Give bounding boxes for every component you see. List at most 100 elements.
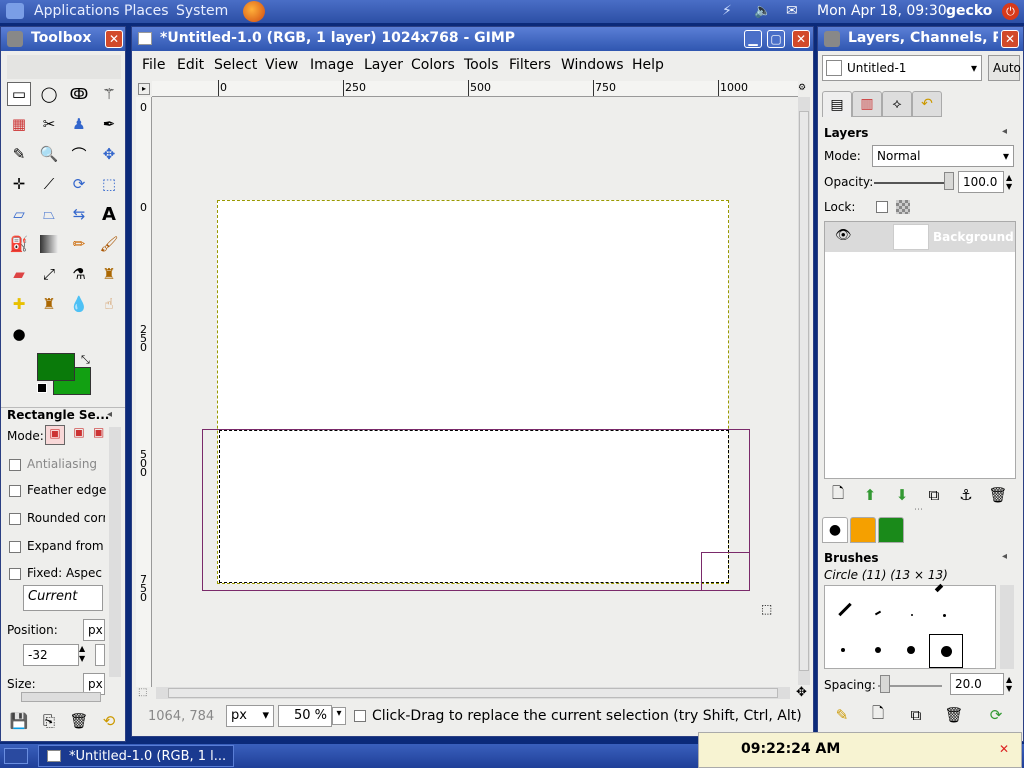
text-icon[interactable]: A [97,202,121,226]
menu-edit[interactable]: Edit [177,57,204,73]
shutdown-icon[interactable]: ⏻ [1002,3,1019,20]
lock-pixels-checkbox[interactable] [876,201,888,213]
rounded-checkbox[interactable] [9,512,21,525]
new-brush-icon[interactable]: 🗋 [866,703,890,727]
crop-icon[interactable]: ⟋ [37,172,61,196]
fixed-option[interactable]: Fixed: Aspec [9,566,105,580]
mode-subtract-icon[interactable]: ▣ [93,425,107,445]
quickmask-icon[interactable]: ⬚ [138,687,147,698]
scissors-icon[interactable]: ✂ [37,112,61,136]
layer-name[interactable]: Background [933,230,1014,244]
volume-icon[interactable]: 🔈 [754,3,771,19]
swap-colors-icon[interactable]: ⤡ [81,353,90,367]
tab-channels[interactable]: ▥ [852,91,882,117]
refresh-brushes-icon[interactable]: ⟳ [984,703,1008,727]
lower-layer-icon[interactable]: ⬇ [890,483,914,507]
minimize-button[interactable]: ▁ [744,30,762,48]
gnome-foot-icon[interactable] [6,3,24,19]
lasso-icon[interactable]: ↂ [67,82,91,106]
close-button[interactable]: ✕ [1001,30,1019,48]
paintbrush-icon[interactable]: 🖌 [97,232,121,256]
taskbar-item-gimp[interactable]: *Untitled-1.0 (RGB, 1 l... [38,745,234,767]
tab-undo[interactable]: ↶ [912,91,942,117]
menu-image[interactable]: Image [310,57,354,73]
position-spin-arrows[interactable]: ▲ ▼ [79,644,85,664]
options-hscrollbar[interactable] [21,692,101,702]
scrollbar-thumb[interactable] [799,111,809,671]
tab-paths[interactable]: ⟡ [882,91,912,117]
brush-item[interactable] [907,646,915,654]
raise-layer-icon[interactable]: ⬆ [858,483,882,507]
menu-tools[interactable]: Tools [464,57,499,73]
ink-icon[interactable]: ⚗ [67,262,91,286]
spacing-spin-arrows[interactable]: ▲ ▼ [1006,675,1012,693]
tab-layers[interactable]: ▤ [822,91,852,117]
default-colors-icon[interactable] [37,383,47,393]
tab-patterns[interactable] [850,517,876,543]
menu-system[interactable]: System [176,3,228,19]
close-button[interactable]: ✕ [792,30,810,48]
dodge-burn-icon[interactable]: ● [7,322,31,346]
brush-item[interactable] [838,602,852,617]
panel-menu-icon[interactable]: ◂ [1002,126,1007,137]
canvas-area[interactable]: ⬚ [154,99,796,685]
paths-icon[interactable]: ✒ [97,112,121,136]
menu-select[interactable]: Select [214,57,257,73]
airbrush-icon[interactable]: ⤢ [37,262,61,286]
position-y-input[interactable] [95,644,105,666]
spacing-input[interactable]: 20.0 [950,673,1004,695]
opacity-spin-arrows[interactable]: ▲ ▼ [1006,173,1012,191]
brush-item[interactable] [875,647,881,653]
resize-handle[interactable] [701,552,750,591]
color-picker-icon[interactable]: ✎ [7,142,31,166]
fuzzy-select-icon[interactable]: ⚚ [97,82,121,106]
smudge-icon[interactable]: ☝ [97,292,121,316]
foreground-color[interactable] [37,353,75,381]
anchor-layer-icon[interactable]: ⚓ [954,483,978,507]
shear-icon[interactable]: ▱ [7,202,31,226]
quickmask-corner-icon[interactable]: ▸ [138,83,150,95]
delete-options-icon[interactable]: 🗑 [67,709,91,733]
fixed-checkbox[interactable] [9,567,21,580]
mode-add-icon[interactable]: ▣ [69,425,89,445]
panel-menu-icon[interactable]: ◂ [1002,551,1007,562]
zoom-icon[interactable]: 🔍 [37,142,61,166]
vertical-scrollbar[interactable] [798,97,810,685]
mode-replace-icon[interactable]: ▣ [45,425,65,445]
opacity-thumb[interactable] [944,172,954,190]
lock-alpha-icon[interactable] [896,200,910,214]
antialiasing-option[interactable]: Antialiasing [9,457,97,471]
expand-option[interactable]: Expand from [9,539,105,553]
flip-icon[interactable]: ⇆ [67,202,91,226]
position-unit[interactable]: px [83,619,105,641]
measure-icon[interactable]: ⌒ [67,142,91,166]
blur-icon[interactable]: 💧 [67,292,91,316]
cancel-icon[interactable] [354,710,366,722]
move-icon[interactable]: ✥ [97,142,121,166]
delete-layer-icon[interactable]: 🗑 [986,483,1010,507]
tab-gradients[interactable] [878,517,904,543]
position-x-input[interactable]: -32 [23,644,79,666]
heal-icon[interactable]: ✚ [7,292,31,316]
brush-item[interactable] [943,614,946,617]
brush-item[interactable] [874,610,882,616]
new-layer-icon[interactable]: 🗋 [826,483,850,507]
rounded-option[interactable]: Rounded corr [9,511,105,525]
auto-button[interactable]: Auto [988,55,1021,81]
brush-item[interactable] [911,614,913,616]
menu-view[interactable]: View [265,57,298,73]
perspective-clone-icon[interactable]: ♜ [37,292,61,316]
edit-brush-icon[interactable]: ✎ [830,703,854,727]
navigate-icon[interactable]: ⚙ [798,83,810,95]
color-select-icon[interactable]: ▦ [7,112,31,136]
brush-item-selected[interactable] [929,634,963,668]
unit-select[interactable]: px ▾ [226,705,274,727]
brush-item[interactable] [934,583,944,593]
clone-icon[interactable]: ♜ [97,262,121,286]
eraser-icon[interactable]: ▰ [7,262,31,286]
ellipse-select-icon[interactable]: ◯ [37,82,61,106]
eye-icon[interactable]: 👁 [835,228,852,243]
foreground-select-icon[interactable]: ♟ [67,112,91,136]
pencil-icon[interactable]: ✏ [67,232,91,256]
menu-colors[interactable]: Colors [411,57,455,73]
